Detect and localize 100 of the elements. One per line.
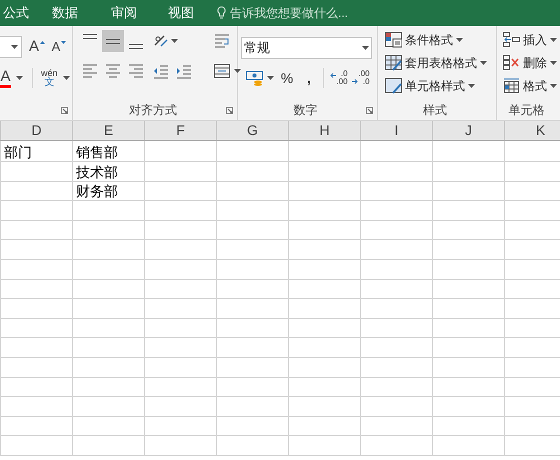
empty-cell	[217, 378, 289, 398]
empty-cell	[217, 299, 289, 319]
column-header[interactable]: I	[361, 121, 433, 140]
font-color-bar	[0, 84, 11, 88]
empty-cell	[361, 141, 433, 162]
empty-cell	[361, 378, 433, 398]
empty-cell	[1, 162, 73, 182]
empty-cell	[217, 358, 289, 378]
empty-cell	[289, 220, 361, 240]
cells-delete-button[interactable]: 删除	[503, 51, 557, 74]
caret-icon	[550, 84, 557, 88]
empty-cell	[217, 397, 289, 417]
empty-cell	[145, 318, 217, 338]
empty-cell	[433, 436, 505, 456]
caret-icon	[170, 39, 178, 43]
empty-cell	[1, 436, 73, 456]
empty-cell	[1, 378, 73, 398]
caret-icon	[62, 76, 70, 80]
column-header[interactable]: J	[433, 121, 505, 140]
font-color-button[interactable]: A	[0, 67, 11, 89]
empty-cell	[217, 201, 289, 221]
table-style-icon	[385, 78, 402, 94]
font-size-field[interactable]	[0, 36, 22, 58]
empty-cell	[1, 220, 73, 240]
empty-cell	[145, 358, 217, 378]
lightbulb-icon	[217, 6, 226, 20]
column-header[interactable]: D	[1, 121, 73, 140]
caret-icon	[550, 38, 557, 42]
column-header[interactable]: K	[505, 121, 560, 140]
number-format-dropdown[interactable]: 常规	[241, 37, 372, 59]
column-header[interactable]: G	[217, 121, 289, 140]
table-cell: 部门	[1, 141, 73, 162]
empty-cell	[361, 280, 433, 300]
empty-cell	[73, 240, 145, 260]
lines-icon	[83, 34, 97, 39]
group-label: 对齐方式	[129, 102, 177, 119]
empty-cell	[73, 201, 145, 221]
column-header[interactable]: E	[73, 121, 145, 140]
format-cells-icon	[503, 78, 520, 93]
empty-cell	[433, 338, 505, 358]
comma-style-button[interactable]: ,	[301, 67, 317, 89]
cells-insert-button[interactable]: 插入	[503, 28, 557, 51]
column-header[interactable]: F	[145, 121, 217, 140]
style-cell-button[interactable]: 单元格样式	[385, 74, 475, 97]
empty-cell	[217, 318, 289, 338]
caret-icon	[267, 76, 274, 80]
empty-cell	[433, 220, 505, 240]
empty-cell	[1, 397, 73, 417]
down-arrow-icon	[61, 40, 66, 44]
ribbon-tab[interactable]: 公式	[0, 2, 32, 24]
empty-cell	[1, 299, 73, 319]
arrow-icon	[352, 78, 358, 84]
empty-cell	[217, 240, 289, 260]
empty-cell	[433, 378, 505, 398]
empty-cell	[73, 220, 145, 240]
decrease-decimal-button[interactable]: .00 .0	[350, 67, 372, 89]
empty-cell	[433, 318, 505, 338]
percent-button[interactable]: %	[279, 67, 295, 89]
table-style-icon	[385, 54, 402, 70]
phonetic-button[interactable]: wén 文	[41, 68, 58, 88]
empty-cell	[289, 240, 361, 260]
empty-cell	[433, 182, 505, 202]
empty-cell	[433, 416, 505, 436]
empty-cell	[289, 436, 361, 456]
empty-cell	[217, 436, 289, 456]
empty-cell	[1, 358, 73, 378]
empty-cell	[217, 141, 289, 162]
empty-cell	[217, 416, 289, 436]
caret-icon	[468, 84, 475, 88]
empty-cell	[433, 397, 505, 417]
empty-cell	[433, 162, 505, 182]
empty-cell	[73, 280, 145, 300]
ribbon-tab[interactable]: 数据	[49, 2, 81, 24]
grow-font-button[interactable]: A	[27, 36, 47, 58]
empty-cell	[289, 416, 361, 436]
empty-cell	[73, 299, 145, 319]
empty-cell	[73, 318, 145, 338]
group-label: 单元格	[508, 102, 544, 119]
column-header[interactable]: H	[289, 121, 361, 140]
cells-format-button[interactable]: 格式	[503, 74, 557, 97]
empty-cell	[217, 280, 289, 300]
caret-icon	[11, 45, 18, 49]
style-conditional-button[interactable]: 条件格式	[385, 28, 463, 51]
delete-cells-icon	[503, 55, 520, 70]
empty-cell	[289, 280, 361, 300]
empty-cell	[289, 338, 361, 358]
empty-cell	[361, 358, 433, 378]
ribbon-tab[interactable]: 审阅	[108, 2, 140, 24]
caret-icon	[480, 60, 487, 64]
empty-cell	[289, 397, 361, 417]
increase-decimal-button[interactable]: .0 .00	[328, 67, 350, 89]
insert-cells-icon	[503, 32, 520, 47]
ribbon-tab[interactable]: 视图	[165, 2, 197, 24]
shrink-font-button[interactable]: A	[49, 36, 69, 58]
empty-cell	[145, 141, 217, 162]
style-table-button[interactable]: 套用表格格式	[385, 51, 487, 74]
align-middle-button[interactable]	[102, 30, 124, 52]
empty-cell	[361, 318, 433, 338]
tell-me-search[interactable]: 告诉我您想要做什么...	[217, 2, 348, 24]
merge-cells-icon	[214, 63, 230, 79]
